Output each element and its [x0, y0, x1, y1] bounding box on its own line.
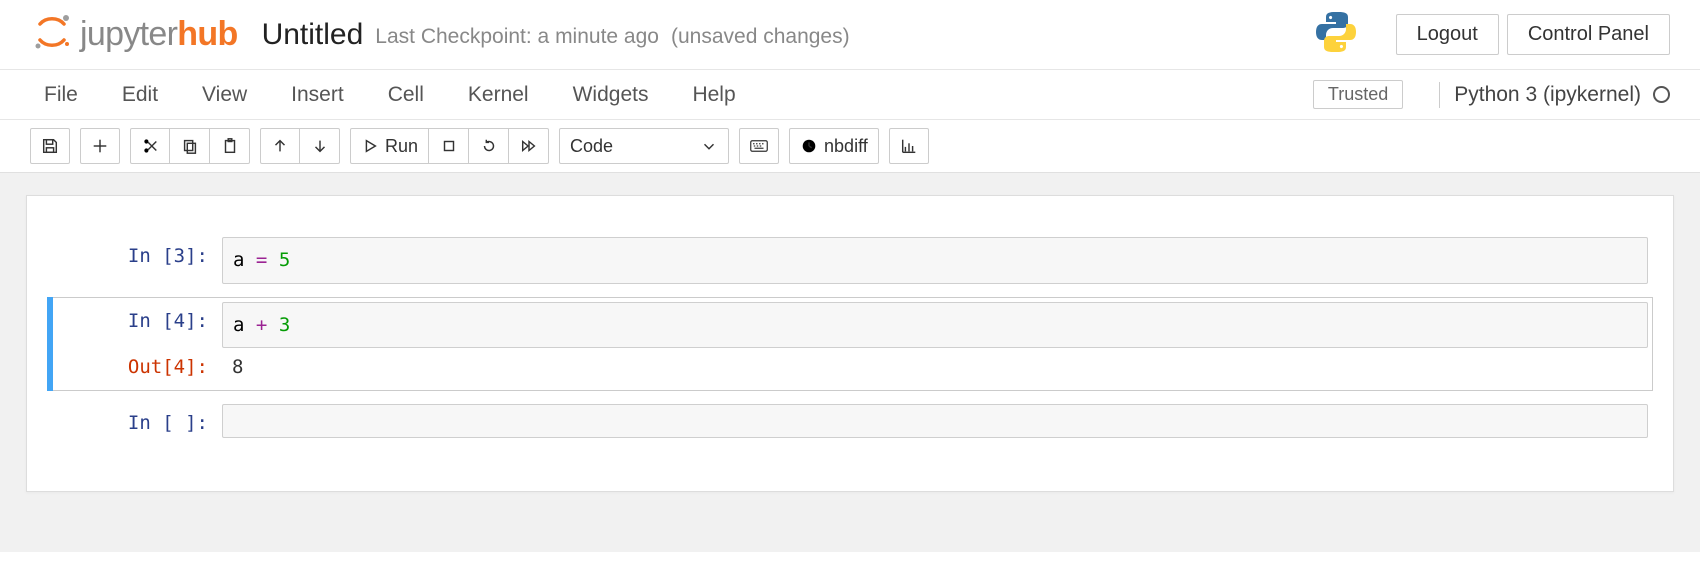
cell-output: 8: [222, 348, 1648, 386]
paste-icon: [221, 137, 239, 155]
nbdiff-button[interactable]: nbdiff: [789, 128, 879, 164]
menu-view[interactable]: View: [202, 83, 247, 107]
menu-widgets[interactable]: Widgets: [573, 83, 649, 107]
separator: [1439, 82, 1440, 108]
jupyterhub-logo[interactable]: jupyterhub: [30, 10, 238, 59]
save-icon: [41, 137, 59, 155]
fast-forward-icon: [520, 137, 538, 155]
jupyter-circle-icon: [30, 10, 74, 59]
stop-icon: [440, 137, 458, 155]
interrupt-button[interactable]: [429, 128, 469, 164]
notebook-container: In [3]: a = 5 In [4]: a + 3 Out[4]: 8 In…: [26, 195, 1674, 492]
nbdiff-label: nbdiff: [824, 136, 868, 157]
keyboard-icon: [750, 137, 768, 155]
menu-insert[interactable]: Insert: [291, 83, 344, 107]
code-input[interactable]: a = 5: [222, 237, 1648, 284]
logo-text: jupyterhub: [80, 15, 238, 54]
command-palette-button[interactable]: [739, 128, 779, 164]
cell-type-value: Code: [570, 136, 613, 157]
paste-cell-button[interactable]: [210, 128, 250, 164]
menu-help[interactable]: Help: [692, 83, 735, 107]
copy-icon: [181, 137, 199, 155]
document-title[interactable]: Untitled: [262, 18, 364, 52]
control-panel-button[interactable]: Control Panel: [1507, 14, 1670, 55]
insert-cell-button[interactable]: [80, 128, 120, 164]
in-prompt: In [4]:: [52, 302, 222, 332]
code-cell[interactable]: In [ ]:: [47, 399, 1653, 443]
header-bar: jupyterhub Untitled Last Checkpoint: a m…: [0, 0, 1700, 70]
menu-cell[interactable]: Cell: [388, 83, 424, 107]
in-prompt: In [ ]:: [52, 404, 222, 434]
restart-run-all-button[interactable]: [509, 128, 549, 164]
menu-edit[interactable]: Edit: [122, 83, 158, 107]
restart-icon: [480, 137, 498, 155]
code-cell[interactable]: In [4]: a + 3 Out[4]: 8: [47, 297, 1653, 392]
scissors-icon: [141, 137, 159, 155]
python-icon: [1312, 8, 1360, 61]
logout-button[interactable]: Logout: [1396, 14, 1499, 55]
menu-kernel[interactable]: Kernel: [468, 83, 529, 107]
cut-cell-button[interactable]: [130, 128, 170, 164]
out-prompt: Out[4]:: [52, 348, 222, 378]
code-input[interactable]: [222, 404, 1648, 438]
kernel-idle-icon: [1653, 86, 1670, 103]
arrow-up-icon: [271, 137, 289, 155]
restart-button[interactable]: [469, 128, 509, 164]
run-button[interactable]: Run: [350, 128, 429, 164]
unsaved-indicator: (unsaved changes): [671, 21, 850, 49]
play-icon: [361, 137, 379, 155]
checkpoint-status: Last Checkpoint: a minute ago: [375, 21, 659, 49]
barchart-icon: [900, 137, 918, 155]
cell-type-select[interactable]: Code: [559, 128, 729, 164]
code-input[interactable]: a + 3: [222, 302, 1648, 349]
chart-button[interactable]: [889, 128, 929, 164]
save-button[interactable]: [30, 128, 70, 164]
clock-icon: [800, 137, 818, 155]
move-down-button[interactable]: [300, 128, 340, 164]
menubar: File Edit View Insert Cell Kernel Widget…: [0, 70, 1700, 120]
menu-file[interactable]: File: [44, 83, 78, 107]
chevron-down-icon: [700, 137, 718, 155]
move-up-button[interactable]: [260, 128, 300, 164]
kernel-name-label[interactable]: Python 3 (ipykernel): [1454, 83, 1641, 107]
code-cell[interactable]: In [3]: a = 5: [47, 232, 1653, 289]
in-prompt: In [3]:: [52, 237, 222, 267]
notebook-background: In [3]: a = 5 In [4]: a + 3 Out[4]: 8 In…: [0, 172, 1700, 552]
arrow-down-icon: [311, 137, 329, 155]
trusted-indicator[interactable]: Trusted: [1313, 80, 1403, 109]
plus-icon: [91, 137, 109, 155]
copy-cell-button[interactable]: [170, 128, 210, 164]
run-label: Run: [385, 136, 418, 157]
toolbar: Run Code: [0, 120, 1700, 172]
